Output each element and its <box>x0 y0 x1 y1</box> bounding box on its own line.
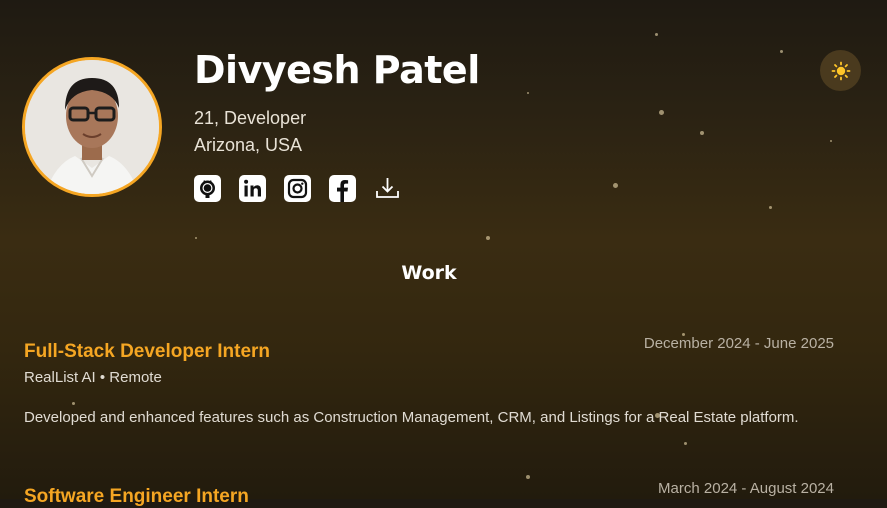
particle <box>830 140 832 142</box>
job-dates: March 2024 - August 2024 <box>658 480 834 497</box>
download-icon[interactable] <box>374 175 401 202</box>
theme-toggle-button[interactable] <box>820 50 861 91</box>
instagram-icon[interactable] <box>284 175 311 202</box>
particle <box>700 131 704 135</box>
sun-icon <box>831 61 850 80</box>
job-dates: December 2024 - June 2025 <box>643 335 834 352</box>
particle <box>526 475 530 479</box>
particle <box>769 206 772 209</box>
linkedin-icon[interactable] <box>239 175 266 202</box>
github-icon[interactable] <box>194 175 221 202</box>
profile-name: Divyesh Patel <box>194 48 480 92</box>
particle <box>780 50 783 53</box>
social-links <box>194 175 401 202</box>
job-company: RealList AI • Remote <box>24 369 162 386</box>
particle <box>613 183 618 188</box>
particle <box>655 33 658 36</box>
work-item: Full-Stack Developer Intern December 202… <box>24 335 834 426</box>
particle <box>684 442 687 445</box>
particle <box>195 237 197 239</box>
profile-location: Arizona, USA <box>194 135 303 155</box>
particle <box>527 92 529 94</box>
profile-age-role: 21, Developer <box>194 108 307 128</box>
facebook-icon[interactable] <box>329 175 356 202</box>
work-item: Software Engineer Intern March 2024 - Au… <box>24 480 834 508</box>
profile-avatar <box>22 57 162 197</box>
particle <box>659 110 664 115</box>
work-section-title: Work <box>401 262 457 284</box>
job-description: Developed and enhanced features such as … <box>24 409 799 426</box>
particle <box>486 236 490 240</box>
